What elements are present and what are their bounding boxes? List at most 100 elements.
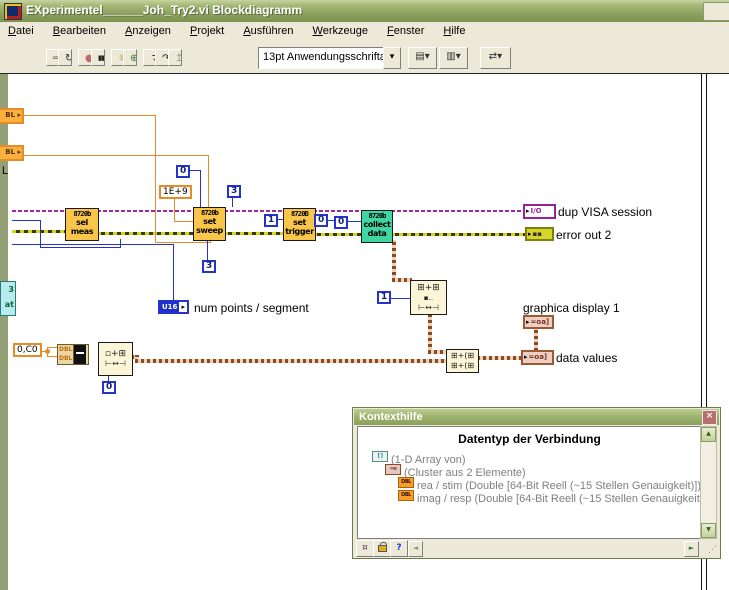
dbl-wire[interactable] — [22, 155, 208, 156]
abort-button[interactable]: ● — [78, 49, 92, 66]
bundle-node[interactable]: DBL DBL — [57, 344, 89, 365]
dbl-control-terminal-1[interactable]: BL ▸ — [0, 108, 24, 124]
int-wire[interactable] — [388, 298, 411, 299]
node-line: collect — [363, 220, 391, 229]
menu-projekt[interactable]: Projekt — [182, 22, 232, 42]
resize-grip[interactable]: ⋰ — [708, 546, 717, 555]
step-over-button[interactable]: ↷ — [155, 49, 169, 66]
context-help-window[interactable]: Kontexthilfe × Datentyp der Verbindung [… — [352, 407, 721, 559]
title-bar[interactable]: EXperimentel______Joh_Try2.vi Blockdiagr… — [0, 0, 729, 22]
context-help-titlebar[interactable]: Kontexthilfe — [354, 409, 719, 425]
node-set-trigger[interactable]: 8720B set trigger — [283, 208, 316, 241]
dbl-wire[interactable] — [155, 115, 156, 243]
menu-datei[interactable]: Datei — [0, 22, 42, 42]
cluster-array-wire[interactable] — [428, 350, 446, 354]
error-wire[interactable] — [12, 230, 65, 233]
constant-0[interactable]: 0 — [176, 165, 191, 178]
visa-wire[interactable] — [313, 210, 361, 212]
node-sel-meas[interactable]: 8720b sel meas — [65, 208, 99, 241]
node-collect-data[interactable]: 8720b collect data — [361, 210, 393, 243]
reorder-dropdown[interactable]: ⇄▾ — [480, 47, 511, 69]
context-help-scrollbar[interactable]: ▲ ▼ — [700, 426, 717, 539]
dbl-wire[interactable] — [22, 115, 155, 116]
int-wire[interactable] — [40, 247, 121, 248]
string-terminal[interactable]: 3 at — [0, 281, 16, 316]
step-out-button[interactable]: ↥ — [168, 49, 182, 66]
constant-3b[interactable]: 3 — [202, 260, 217, 273]
cluster-array-wire[interactable] — [534, 329, 538, 351]
context-help-heading: Datentyp der Verbindung — [458, 432, 601, 446]
retain-wire-values-button[interactable]: ⊕ — [123, 49, 137, 66]
dup-visa-session-indicator[interactable]: ▸ I/O — [523, 204, 556, 219]
nav-forward-button[interactable]: ► — [684, 541, 699, 557]
nav-back-button[interactable]: ◄ — [408, 541, 423, 557]
constant-0c[interactable]: 0 — [334, 216, 349, 229]
constant-1[interactable]: 1 — [264, 214, 279, 227]
int-wire[interactable] — [232, 198, 233, 207]
show-connector-button[interactable]: ¤ — [356, 540, 374, 557]
array-subset-node[interactable]: ⊞+⊞ ▪‥ ⊢↔⊣ — [410, 280, 447, 315]
constant-0b[interactable]: 0 — [314, 214, 329, 227]
bundle-dbl-label: DBL — [59, 355, 73, 363]
int-wire[interactable] — [12, 220, 41, 221]
data-values-indicator[interactable]: ▸ =oa] — [521, 350, 554, 365]
wire-junction-dot — [45, 349, 50, 354]
cluster-array-wire[interactable] — [135, 359, 446, 363]
step-out-icon: ↥ — [175, 53, 181, 64]
close-icon[interactable]: × — [702, 410, 717, 425]
pause-button[interactable]: ▮▮ — [91, 49, 105, 66]
dbl-wire[interactable] — [174, 221, 193, 222]
constant-0c0[interactable]: 0,C0 — [13, 343, 42, 357]
graphica-display-indicator[interactable]: ▸ =oa] — [523, 315, 554, 329]
constant-1b[interactable]: 1 — [377, 291, 392, 304]
cluster-array-wire[interactable] — [392, 278, 412, 282]
int-wire[interactable] — [12, 244, 174, 245]
cluster-array-wire[interactable] — [392, 240, 396, 281]
visa-wire[interactable] — [12, 210, 65, 212]
menu-anzeigen[interactable]: Anzeigen — [117, 22, 179, 42]
distribute-objects-dropdown[interactable]: ▥▾ — [439, 47, 468, 69]
dbl-wire[interactable] — [155, 242, 211, 243]
align-objects-dropdown[interactable]: ▤▾ — [408, 47, 437, 69]
detailed-help-button[interactable]: ? — [390, 540, 408, 557]
dbl-control-terminal-2[interactable]: BL ▸ — [0, 145, 24, 161]
node-set-sweep[interactable]: 8720b set sweep — [193, 207, 226, 241]
constant-1e9[interactable]: 1E+9 — [159, 185, 192, 199]
menu-werkzeuge[interactable]: Werkzeuge — [305, 22, 376, 42]
array-icon: [ ] — [372, 451, 388, 462]
initialize-array-node[interactable]: ▫+⊞ ⊢↔⊣ — [98, 342, 133, 376]
window-control-button[interactable] — [703, 2, 729, 21]
visa-wire[interactable] — [97, 210, 193, 212]
cluster-array-wire[interactable] — [477, 356, 521, 360]
error-wire[interactable] — [313, 233, 361, 236]
arrow-icon: ▸ — [17, 148, 21, 156]
dbl-wire[interactable] — [208, 155, 209, 208]
visa-wire[interactable] — [224, 210, 283, 212]
cluster-array-wire[interactable] — [428, 313, 432, 353]
menu-ausfuehren[interactable]: Ausführen — [235, 22, 301, 42]
error-wire[interactable] — [391, 233, 525, 236]
node-line: data — [367, 229, 387, 238]
menu-hilfe[interactable]: Hilfe — [435, 22, 473, 42]
int-wire[interactable] — [173, 244, 174, 301]
scroll-up-icon[interactable]: ▲ — [701, 427, 716, 442]
build-array-node[interactable]: ⊞+(⊞ ⊞+(⊞ — [446, 349, 479, 373]
dbl-wire[interactable] — [174, 199, 175, 222]
element-icon: ▪‥ — [423, 293, 434, 302]
align-icon: ▤ — [415, 51, 425, 62]
constant-0d[interactable]: 0 — [102, 381, 117, 394]
error-out-2-indicator[interactable]: ▸ ▪▪ — [525, 227, 554, 241]
font-selector-dropdown[interactable]: ▾ — [383, 47, 401, 69]
int-wire[interactable] — [200, 170, 201, 207]
error-wire[interactable] — [97, 232, 193, 235]
scroll-down-icon[interactable]: ▼ — [701, 523, 716, 538]
menu-bearbeiten[interactable]: Bearbeiten — [45, 22, 114, 42]
lock-help-button[interactable] — [373, 540, 391, 557]
visa-wire[interactable] — [391, 210, 523, 212]
font-selector[interactable]: 13pt Anwendungsschriftart — [258, 47, 388, 69]
constant-3[interactable]: 3 — [227, 185, 242, 198]
run-continuously-button[interactable]: ↻ — [58, 49, 72, 66]
menu-fenster[interactable]: Fenster — [379, 22, 432, 42]
u16-control-num-points[interactable]: U16 ▸ — [158, 300, 189, 314]
error-wire[interactable] — [224, 232, 283, 235]
